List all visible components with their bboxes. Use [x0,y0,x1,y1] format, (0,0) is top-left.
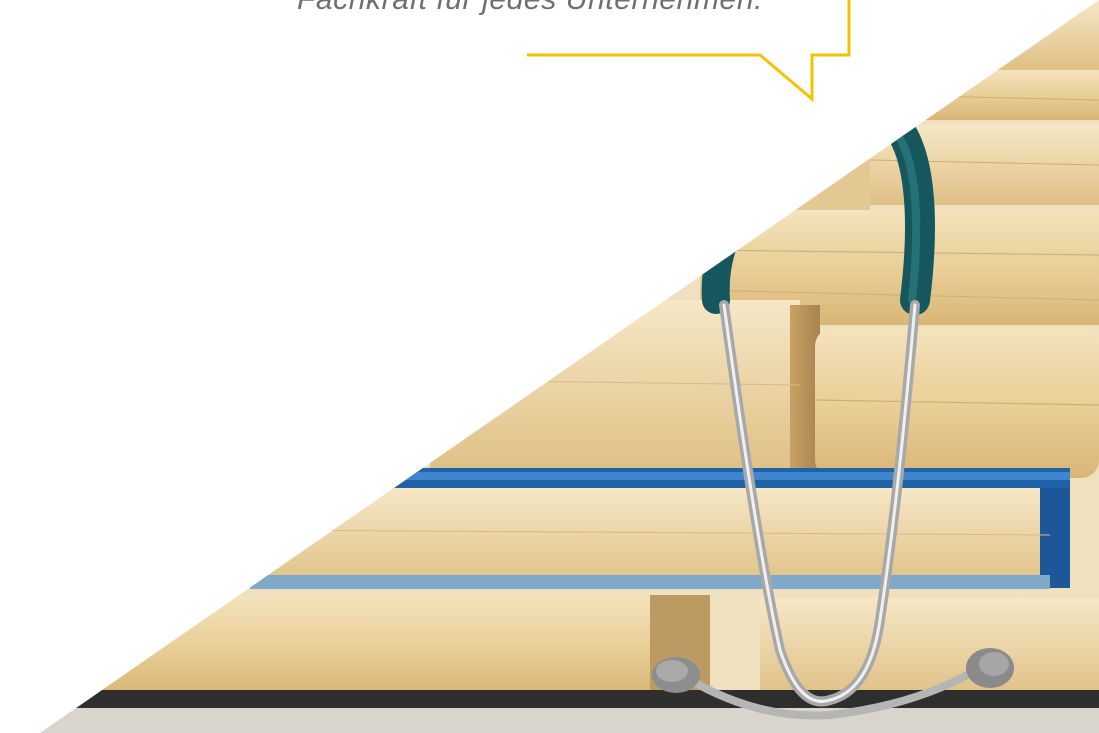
books-stethoscope-photo [40,0,1099,733]
photo-content [40,0,1099,733]
testimonial-quote: Fachkraft für jedes Unternehmen. [180,0,880,22]
hero-section: Fachkraft für jedes Unternehmen. [0,0,1099,733]
